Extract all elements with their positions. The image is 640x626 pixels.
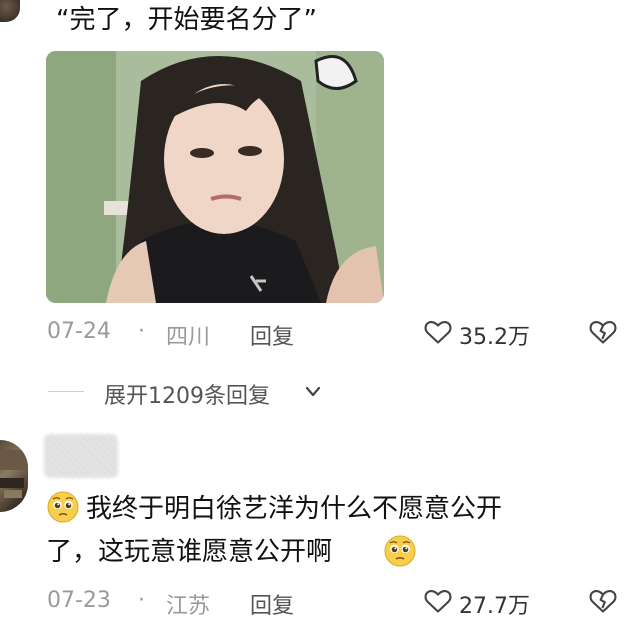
heart-outline-icon[interactable] <box>424 588 454 616</box>
heart-outline-icon[interactable] <box>424 319 454 347</box>
comment-text-line1: 我终于明白徐艺洋为什么不愿意公开 <box>86 494 503 524</box>
meta-separator: · <box>138 319 145 344</box>
pleading-face-emoji <box>46 490 82 526</box>
like-count: 27.7万 <box>459 594 530 619</box>
comment-location: 四川 <box>166 325 211 350</box>
pleading-face-emoji <box>383 534 419 570</box>
meta-separator: · <box>138 588 145 613</box>
chevron-down-icon[interactable] <box>303 383 325 403</box>
photo-illustration <box>46 51 384 303</box>
broken-heart-icon[interactable] <box>589 319 619 347</box>
commenter-avatar[interactable] <box>0 440 28 512</box>
comment-date: 07-24 <box>47 319 111 344</box>
comment-text: “完了，开始要名分了” <box>56 5 317 35</box>
commenter-avatar[interactable] <box>0 0 20 22</box>
replies-divider <box>48 391 84 392</box>
reply-button[interactable]: 回复 <box>250 319 294 351</box>
username-redacted <box>44 434 118 478</box>
expand-replies-button[interactable]: 展开1209条回复 <box>104 378 270 410</box>
comment-text-line2: 了，这玩意谁愿意公开啊 <box>46 537 333 567</box>
reply-button[interactable]: 回复 <box>250 588 294 620</box>
comment-date: 07-23 <box>47 588 111 613</box>
broken-heart-icon[interactable] <box>589 588 619 616</box>
comment-location: 江苏 <box>166 594 211 619</box>
like-count: 35.2万 <box>459 325 530 350</box>
comment-image[interactable] <box>46 51 384 303</box>
